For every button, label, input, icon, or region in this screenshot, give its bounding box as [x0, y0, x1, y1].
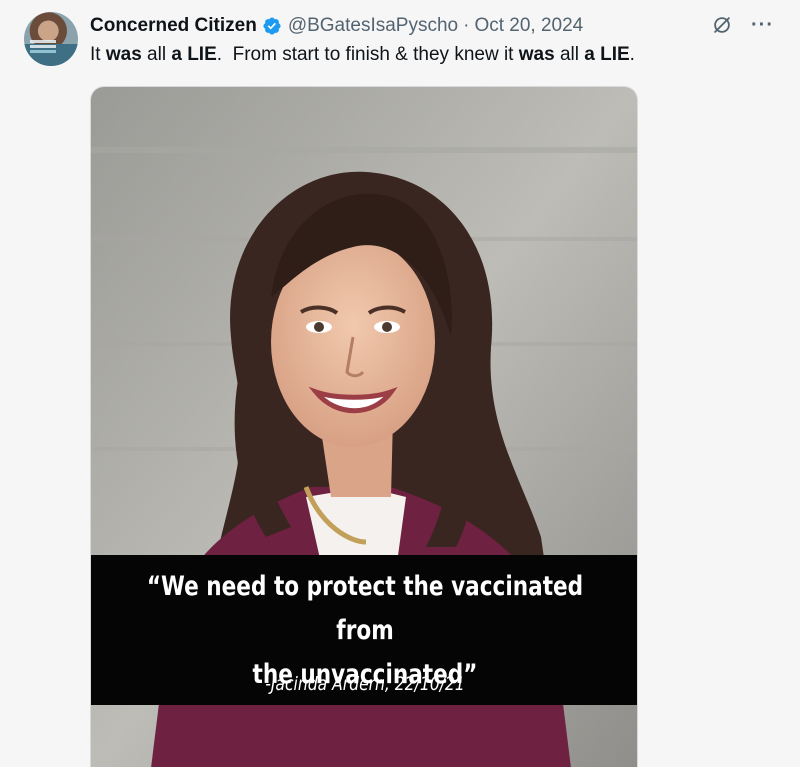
author-name[interactable]: Concerned Citizen	[90, 15, 257, 37]
quote-line-1: “We need to protect the vaccinated from	[146, 571, 584, 646]
tweet-text-segment: was	[105, 44, 142, 65]
header-actions: ···	[711, 14, 774, 36]
tweet-text-segment: a LIE	[584, 44, 630, 65]
avatar-shirt	[24, 44, 78, 66]
tweet-text-segment: .	[629, 44, 635, 65]
tweet-text-segment: all	[554, 44, 585, 65]
tweet-text-segment: was	[518, 44, 555, 65]
avatar[interactable]	[24, 12, 78, 66]
tweet-text-segment: all	[141, 44, 172, 65]
quote-attribution: -Jacinda Ardern, 22/10/21	[265, 673, 465, 695]
verified-badge-icon[interactable]	[262, 16, 282, 36]
post-date[interactable]: Oct 20, 2024	[474, 15, 583, 37]
author-handle[interactable]: @BGatesIsaPyscho	[288, 15, 458, 37]
tweet-text-segment: a LIE	[171, 44, 217, 65]
avatar-text-graphic	[30, 40, 56, 43]
separator-dot: ·	[463, 15, 470, 36]
tweet-text-segment: It	[90, 44, 106, 65]
more-options-icon[interactable]: ···	[751, 15, 774, 35]
tweet: Concerned Citizen @BGatesIsaPyscho · Oct…	[0, 0, 800, 767]
tweet-text-segment: . From start to finish & they knew it	[216, 44, 519, 65]
post-image[interactable]: “We need to protect the vaccinated from …	[90, 86, 638, 767]
tweet-text: It was all a LIE. From start to finish &…	[90, 44, 635, 66]
grok-icon[interactable]	[711, 14, 733, 36]
tweet-header: Concerned Citizen @BGatesIsaPyscho · Oct…	[90, 13, 583, 39]
